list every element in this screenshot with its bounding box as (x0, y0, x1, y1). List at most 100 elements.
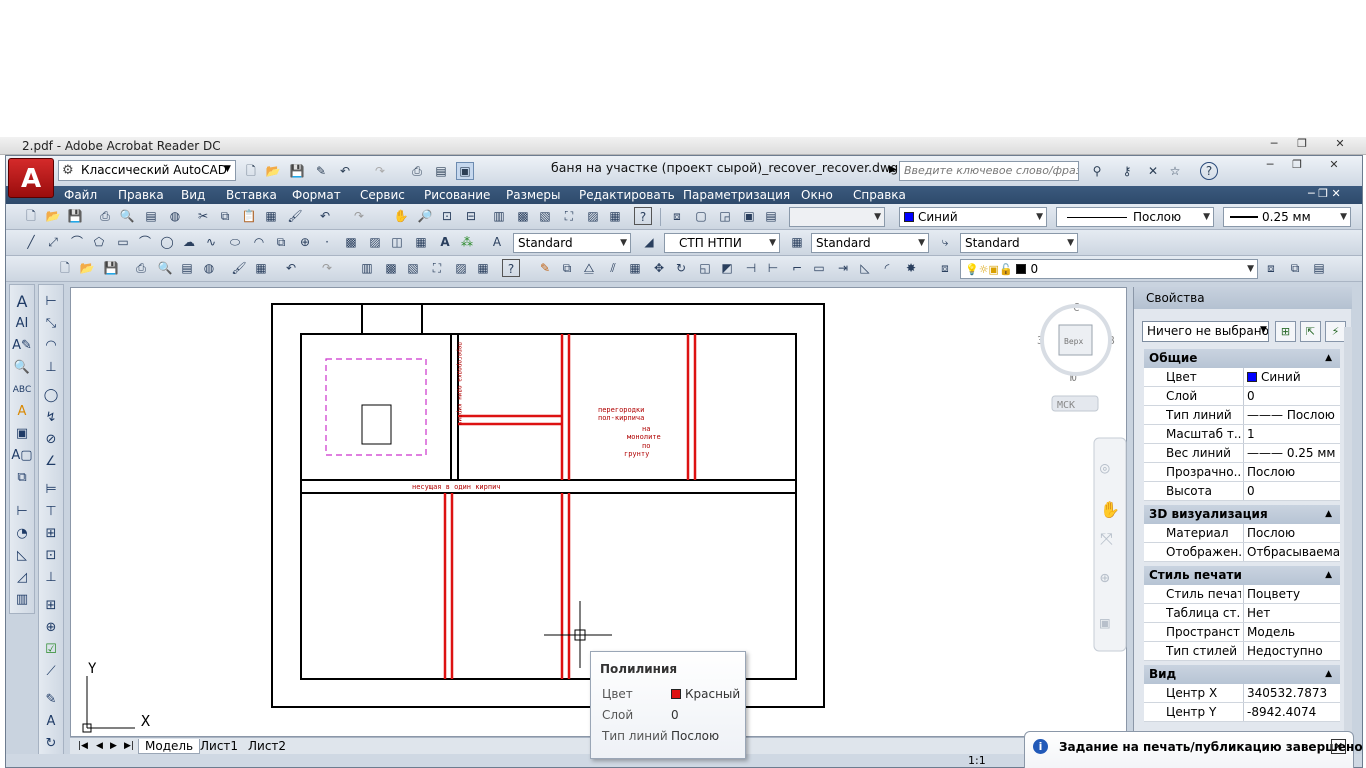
properties-icon[interactable]: ▥ (358, 259, 376, 277)
calculator-icon[interactable]: ▦ (606, 207, 624, 225)
clip-icon[interactable]: ◲ (716, 207, 734, 225)
publish-icon[interactable]: ▤ (432, 162, 450, 180)
tab-layout2[interactable]: Лист2 (242, 739, 292, 754)
autocad-maximize-button[interactable]: ❐ (1286, 158, 1308, 172)
layer-states-icon[interactable]: ▤ (1310, 259, 1328, 277)
menu-help[interactable]: Справка (853, 186, 906, 204)
autocad-minimize-button[interactable]: ─ (1259, 158, 1281, 172)
acrobat-maximize-button[interactable]: ❐ (1288, 137, 1316, 151)
properties-scrollbar[interactable] (1344, 327, 1352, 767)
help-icon[interactable]: ? (1200, 162, 1218, 180)
baseline-icon[interactable]: ⊤ (40, 501, 62, 523)
viewport-scale-select[interactable]: ▼ (789, 207, 885, 227)
break-point-icon[interactable]: ⌐ (788, 259, 806, 277)
outer-wall[interactable] (271, 303, 825, 708)
section-general[interactable]: Общие ▲ (1144, 349, 1340, 368)
binoculars-icon[interactable]: ⚲ (1088, 162, 1106, 180)
offset-icon[interactable]: ⫽ (604, 259, 622, 277)
circle-icon[interactable]: ◯ (158, 233, 176, 251)
zoom-extents-icon[interactable]: ⤧ (1100, 529, 1113, 548)
table-style-select[interactable]: Standard ▼ (811, 233, 929, 253)
quick-dim-icon[interactable]: ⊨ (40, 479, 62, 501)
arc-icon[interactable]: ⌒ (136, 233, 154, 251)
preview-icon[interactable]: 🔍 (118, 207, 136, 225)
menu-view[interactable]: Вид (181, 186, 205, 204)
menu-draw[interactable]: Рисование (424, 186, 490, 204)
design-center-icon[interactable]: ▩ (382, 259, 400, 277)
3d-dwf-icon[interactable]: ◍ (166, 207, 184, 225)
space-icon[interactable]: ⊡ (40, 545, 62, 567)
baseline-dim-icon[interactable]: ◿ (11, 567, 33, 589)
open-icon[interactable]: 📂 (44, 207, 62, 225)
acrobat-close-button[interactable]: ✕ (1326, 137, 1354, 151)
spellcheck-icon[interactable]: ABC (11, 379, 33, 401)
insert-block-icon[interactable]: ⧉ (272, 233, 290, 251)
redo-icon[interactable]: ↷ (318, 259, 336, 277)
toggle-pickadd-icon[interactable]: ⊞ (1275, 321, 1296, 342)
single-text-icon[interactable]: AI (11, 313, 33, 335)
prop-row[interactable]: Отображен...Отбрасываема... (1144, 543, 1340, 562)
tolerance-icon[interactable]: ⊞ (40, 595, 62, 617)
stove-outline[interactable] (361, 404, 392, 445)
dim-style-icon[interactable]: ▥ (11, 589, 33, 611)
steering-wheel-icon[interactable]: ◎ (1100, 458, 1110, 477)
make-block-icon[interactable]: ⊕ (296, 233, 314, 251)
design-center-icon[interactable]: ▩ (514, 207, 532, 225)
angular-icon[interactable]: ∠ (40, 451, 62, 473)
text-style-icon[interactable]: A (11, 401, 33, 423)
chevron-down-icon[interactable]: ▼ (1260, 325, 1267, 335)
doc-window-controls[interactable]: ─ ❐ ✕ (1308, 187, 1341, 200)
zoom-realtime-icon[interactable]: 🔎 (416, 207, 434, 225)
line-icon[interactable]: ╱ (22, 233, 40, 251)
orbit-icon[interactable]: ⊕ (1100, 568, 1110, 587)
tab-layout1[interactable]: Лист1 (194, 739, 244, 754)
chamfer-icon[interactable]: ◺ (856, 259, 874, 277)
prop-row[interactable]: Высота 0 (1144, 482, 1340, 501)
annotation-scale[interactable]: 1:1 (968, 754, 986, 767)
dim-edit-icon[interactable]: ✎ (40, 689, 62, 711)
undo-icon[interactable]: ↶ (282, 259, 300, 277)
calculator-icon[interactable]: ▦ (474, 259, 492, 277)
prop-row[interactable]: Тип линий ——— Послою (1144, 406, 1340, 425)
section-plot-style[interactable]: Стиль печати ▲ (1144, 566, 1340, 585)
continue-icon[interactable]: ⊞ (40, 523, 62, 545)
partitions-red[interactable] (443, 334, 697, 679)
collapse-icon[interactable]: ▲ (1325, 505, 1332, 524)
justify-text-icon[interactable]: A▢ (11, 445, 33, 467)
find-icon[interactable]: 🔍 (11, 357, 33, 379)
sheet-set-icon[interactable]: ⛶ (560, 207, 578, 225)
inspect-icon[interactable]: ☑ (40, 639, 62, 661)
zoom-window-icon[interactable]: ⊡ (438, 207, 456, 225)
save-icon[interactable]: 💾 (66, 207, 84, 225)
ordinate-icon[interactable]: ⊥ (40, 357, 62, 379)
help-icon[interactable]: ? (634, 207, 652, 225)
select-objects-icon[interactable]: ⇱ (1300, 321, 1321, 342)
prop-row[interactable]: Тип стилей ...Недоступно (1144, 642, 1340, 661)
cut-icon[interactable]: ✂ (194, 207, 212, 225)
collapse-icon[interactable]: ▲ (1325, 349, 1332, 368)
mtext-icon[interactable]: A (436, 233, 454, 251)
rectangle-icon[interactable]: ▭ (114, 233, 132, 251)
undo-icon[interactable]: ↶ (316, 207, 334, 225)
plot-icon[interactable]: ⎙ (96, 207, 114, 225)
viewport-icon[interactable]: ▢ (692, 207, 710, 225)
plot-notification[interactable]: i Задание на печать/публикацию завершено… (1024, 731, 1363, 768)
fillet-icon[interactable]: ◜ (878, 259, 896, 277)
sheet-set-icon[interactable]: ⛶ (428, 259, 446, 277)
prop-row[interactable]: Таблица ст... Нет (1144, 604, 1340, 623)
menu-modify[interactable]: Редактировать (579, 186, 675, 204)
paste-icon[interactable]: 📋 (240, 207, 258, 225)
mleader-style-select[interactable]: Standard ▼ (960, 233, 1078, 253)
acrobat-minimize-button[interactable]: ─ (1260, 137, 1288, 151)
update-icon[interactable]: ↻ (40, 733, 62, 755)
table-icon[interactable]: ▦ (412, 233, 430, 251)
explode-icon[interactable]: ✸ (902, 259, 920, 277)
undo-icon[interactable]: ↶ (336, 162, 354, 180)
match-properties-icon[interactable]: 🖌 (286, 207, 304, 225)
redo-icon[interactable]: ↷ (371, 162, 389, 180)
match-properties-icon[interactable]: 🖌 (230, 259, 248, 277)
save-icon[interactable]: 💾 (102, 259, 120, 277)
markup-icon[interactable]: ▨ (452, 259, 470, 277)
make-current-layer-icon[interactable]: ⧈ (1262, 259, 1280, 277)
menu-format[interactable]: Формат (292, 186, 341, 204)
